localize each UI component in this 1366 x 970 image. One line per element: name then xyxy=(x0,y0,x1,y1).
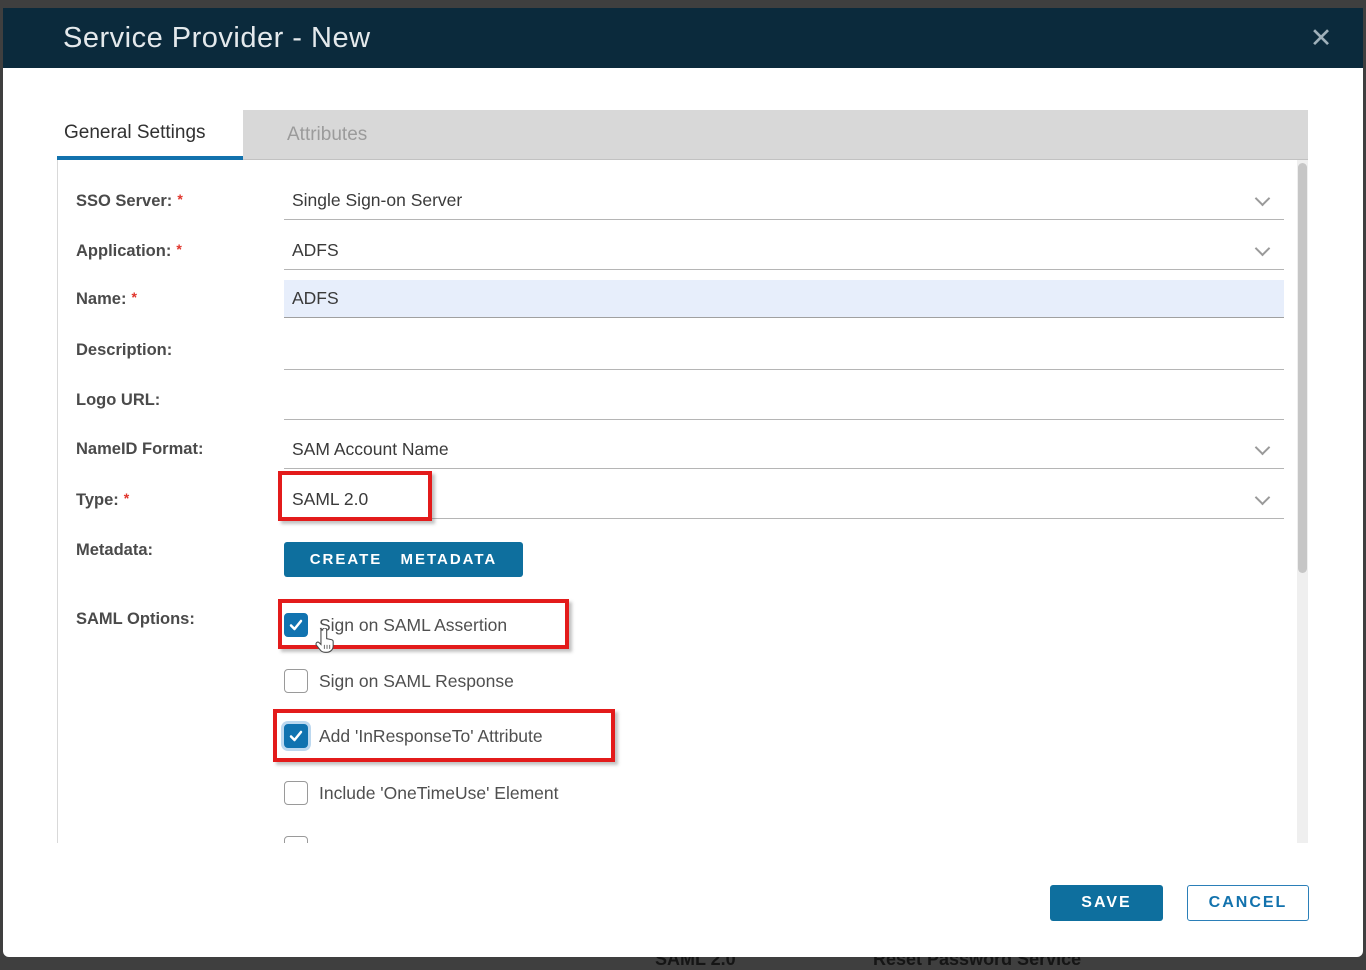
option-label: Include 'OneTimeUse' Element xyxy=(319,783,558,804)
required-asterisk: * xyxy=(177,191,182,207)
required-asterisk: * xyxy=(124,490,129,506)
field-row-type: Type:* SAML 2.0 xyxy=(58,481,1300,519)
checkbox-partial[interactable] xyxy=(284,836,308,843)
field-row-name: Name:* ADFS xyxy=(58,280,1300,318)
field-row-application: Application:* ADFS xyxy=(58,232,1300,270)
application-select[interactable]: ADFS xyxy=(284,232,1284,270)
name-label: Name:* xyxy=(76,289,137,309)
field-row-metadata: Metadata: xyxy=(58,532,1300,582)
service-provider-modal: Service Provider - New ✕ General Setting… xyxy=(3,8,1363,957)
tab-general-settings[interactable]: General Settings xyxy=(57,110,243,160)
hand-cursor-icon xyxy=(314,628,336,655)
field-row-sso-server: SSO Server:* Single Sign-on Server xyxy=(58,182,1300,220)
close-icon[interactable]: ✕ xyxy=(1303,20,1339,56)
option-label: Sign on SAML Response xyxy=(319,671,514,692)
option-label: Add 'InResponseTo' Attribute xyxy=(319,726,543,747)
option-sign-on-saml-response: Sign on SAML Response xyxy=(284,668,514,694)
form-content: SSO Server:* Single Sign-on Server Appli… xyxy=(57,160,1300,843)
saml-options-label: SAML Options: xyxy=(76,610,195,629)
description-label: Description: xyxy=(76,341,172,360)
chevron-down-icon xyxy=(1255,490,1271,506)
nameid-format-select[interactable]: SAM Account Name xyxy=(284,431,1284,469)
field-row-logo-url: Logo URL: xyxy=(58,382,1300,420)
tab-attributes[interactable]: Attributes xyxy=(287,110,367,160)
checkmark-icon xyxy=(288,728,304,744)
tab-attributes-label: Attributes xyxy=(287,124,367,146)
logo-url-label: Logo URL: xyxy=(76,391,160,410)
sso-server-value: Single Sign-on Server xyxy=(292,190,462,211)
tab-bar: General Settings Attributes xyxy=(57,110,1308,160)
field-row-description: Description: xyxy=(58,332,1300,370)
required-asterisk: * xyxy=(176,241,181,257)
vertical-scrollbar[interactable] xyxy=(1297,160,1308,843)
logo-url-input[interactable] xyxy=(284,382,1284,420)
chevron-down-icon xyxy=(1255,241,1271,257)
chevron-down-icon xyxy=(1255,191,1271,207)
checkbox-include-onetimeuse[interactable] xyxy=(284,781,308,805)
metadata-label: Metadata: xyxy=(76,541,153,560)
option-add-inresponseto: Add 'InResponseTo' Attribute xyxy=(284,723,543,749)
sso-server-label: SSO Server:* xyxy=(76,191,183,211)
save-button[interactable]: SAVE xyxy=(1050,885,1163,921)
option-partial-clipped xyxy=(284,835,308,843)
type-value: SAML 2.0 xyxy=(292,489,368,510)
sso-server-select[interactable]: Single Sign-on Server xyxy=(284,182,1284,220)
checkbox-sign-on-saml-response[interactable] xyxy=(284,669,308,693)
modal-header: Service Provider - New ✕ xyxy=(3,8,1363,68)
field-row-nameid-format: NameID Format: SAM Account Name xyxy=(58,431,1300,469)
scrollbar-thumb[interactable] xyxy=(1298,163,1307,573)
required-asterisk: * xyxy=(131,289,136,305)
modal-title: Service Provider - New xyxy=(63,22,371,55)
name-value: ADFS xyxy=(292,288,339,309)
checkmark-icon xyxy=(288,617,304,633)
checkbox-sign-on-saml-assertion[interactable] xyxy=(284,613,308,637)
nameid-format-label: NameID Format: xyxy=(76,440,203,459)
option-label: Sign on SAML Assertion xyxy=(319,615,507,636)
description-input[interactable] xyxy=(284,332,1284,370)
name-input[interactable]: ADFS xyxy=(284,280,1284,318)
nameid-format-value: SAM Account Name xyxy=(292,439,449,460)
chevron-down-icon xyxy=(1255,440,1271,456)
application-label: Application:* xyxy=(76,241,182,261)
application-value: ADFS xyxy=(292,240,339,261)
tab-general-settings-label: General Settings xyxy=(64,122,206,144)
create-metadata-button[interactable]: CREATE METADATA xyxy=(284,542,523,577)
checkbox-add-inresponseto[interactable] xyxy=(284,724,308,748)
option-include-onetimeuse: Include 'OneTimeUse' Element xyxy=(284,780,558,806)
type-label: Type:* xyxy=(76,490,129,510)
cancel-button[interactable]: CANCEL xyxy=(1187,885,1309,921)
type-select[interactable]: SAML 2.0 xyxy=(284,481,1284,519)
